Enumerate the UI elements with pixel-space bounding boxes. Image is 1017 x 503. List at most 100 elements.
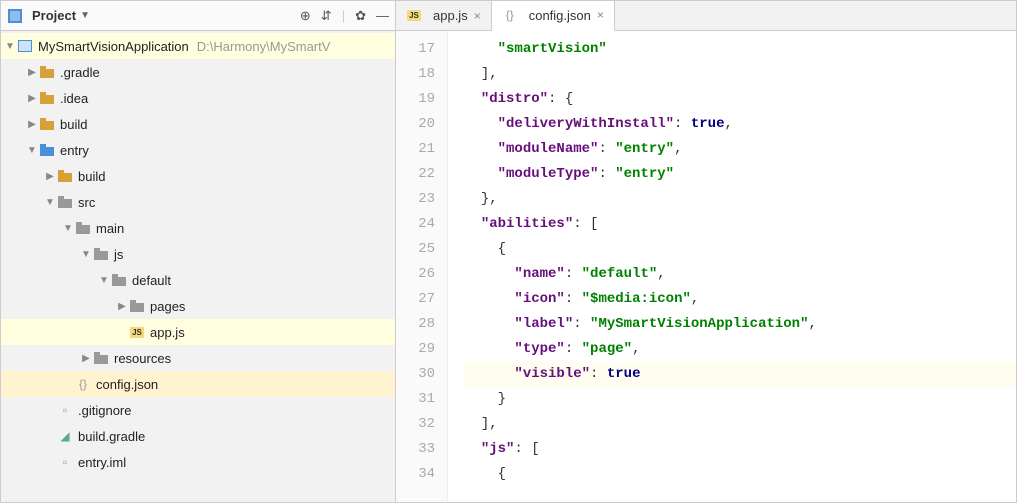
tree-item[interactable]: ▼js xyxy=(1,241,395,267)
tree-item[interactable]: ▶ resources xyxy=(1,345,395,371)
project-toolbar: ⊕ ⇵ | ✿ — xyxy=(300,8,389,24)
tree-arrow-icon[interactable]: ▶ xyxy=(115,301,129,312)
tree-item[interactable]: ▼entry xyxy=(1,137,395,163)
code-line[interactable]: "visible": true xyxy=(464,362,1016,387)
tree-item[interactable]: ◢ build.gradle xyxy=(1,423,395,449)
code-line[interactable]: "distro": { xyxy=(464,87,1016,112)
tree-root[interactable]: ▼ MySmartVisionApplication D:\Harmony\My… xyxy=(1,33,395,59)
editor-tab[interactable]: JSapp.js× xyxy=(396,1,492,30)
tree-arrow-icon[interactable]: ▶ xyxy=(79,353,93,364)
tree-item[interactable]: ▶.gradle xyxy=(1,59,395,85)
code-line[interactable]: { xyxy=(464,237,1016,262)
tree-arrow-icon[interactable]: ▶ xyxy=(25,67,39,78)
close-icon[interactable]: × xyxy=(597,8,604,22)
code-line[interactable]: "abilities": [ xyxy=(464,212,1016,237)
code-line[interactable]: } xyxy=(464,387,1016,412)
tree-item-label: build xyxy=(78,169,105,184)
chevron-down-icon[interactable]: ▼ xyxy=(3,41,17,52)
code-line[interactable]: "deliveryWithInstall": true, xyxy=(464,112,1016,137)
line-number: 19 xyxy=(396,87,435,112)
js-icon: JS xyxy=(129,324,145,340)
editor-tab[interactable]: {}config.json× xyxy=(492,1,615,31)
tree-arrow-icon[interactable]: ▶ xyxy=(25,119,39,130)
folder-icon xyxy=(129,298,145,314)
chevron-down-icon[interactable]: ▼ xyxy=(80,10,90,21)
tree-item-label: resources xyxy=(114,351,171,366)
line-number: 30 xyxy=(396,362,435,387)
tree-item[interactable]: JS app.js xyxy=(1,319,395,345)
tree-item[interactable]: {} config.json xyxy=(1,371,395,397)
tree-root-path: D:\Harmony\MySmartV xyxy=(197,39,331,54)
tree-arrow-icon[interactable]: ▶ xyxy=(25,93,39,104)
tree-arrow-icon[interactable]: ▼ xyxy=(25,145,39,156)
module-icon xyxy=(17,38,33,54)
tree-item-label: build.gradle xyxy=(78,429,145,444)
tree-arrow-icon[interactable]: ▼ xyxy=(79,249,93,260)
line-number: 24 xyxy=(396,212,435,237)
line-number: 20 xyxy=(396,112,435,137)
line-number: 22 xyxy=(396,162,435,187)
code-line[interactable]: ], xyxy=(464,412,1016,437)
line-number: 29 xyxy=(396,337,435,362)
tree-item[interactable]: ▫entry.iml xyxy=(1,449,395,475)
tree-arrow-icon[interactable]: ▼ xyxy=(97,275,111,286)
collapse-icon[interactable]: ⇵ xyxy=(321,8,332,24)
tree-item[interactable]: ▼default xyxy=(1,267,395,293)
line-number: 31 xyxy=(396,387,435,412)
tree-item[interactable]: ▶ pages xyxy=(1,293,395,319)
code-line[interactable]: }, xyxy=(464,187,1016,212)
tree-item[interactable]: ▼ main xyxy=(1,215,395,241)
json-icon: {} xyxy=(75,376,91,392)
gradle-icon: ◢ xyxy=(57,428,73,444)
settings-icon[interactable]: ✿ xyxy=(355,8,366,24)
code-line[interactable]: "type": "page", xyxy=(464,337,1016,362)
code-line[interactable]: "icon": "$media:icon", xyxy=(464,287,1016,312)
code-line[interactable]: ], xyxy=(464,62,1016,87)
code-line[interactable]: "moduleType": "entry" xyxy=(464,162,1016,187)
code-line[interactable]: "moduleName": "entry", xyxy=(464,137,1016,162)
folder-icon xyxy=(93,350,109,366)
tree-item[interactable]: ▶ build xyxy=(1,111,395,137)
tree-arrow-icon[interactable]: ▼ xyxy=(61,223,75,234)
locate-icon[interactable]: ⊕ xyxy=(300,8,311,24)
tree-item-label: config.json xyxy=(96,377,158,392)
tree-item[interactable]: ▫.gitignore xyxy=(1,397,395,423)
line-number: 34 xyxy=(396,462,435,487)
folder-icon xyxy=(39,90,55,106)
code-line[interactable]: { xyxy=(464,462,1016,487)
tree-item-label: entry.iml xyxy=(78,455,126,470)
tree-item[interactable]: ▼src xyxy=(1,189,395,215)
code-line[interactable]: "js": [ xyxy=(464,437,1016,462)
folder-icon xyxy=(111,272,127,288)
code-editor[interactable]: 171819202122232425262728293031323334 "sm… xyxy=(396,31,1016,502)
code-line[interactable]: "label": "MySmartVisionApplication", xyxy=(464,312,1016,337)
line-number: 17 xyxy=(396,37,435,62)
hide-icon[interactable]: — xyxy=(376,8,389,24)
tree-item-label: build xyxy=(60,117,87,132)
line-gutter: 171819202122232425262728293031323334 xyxy=(396,31,448,502)
line-number: 23 xyxy=(396,187,435,212)
project-icon xyxy=(7,8,23,24)
code-content[interactable]: "smartVision" ], "distro": { "deliveryWi… xyxy=(448,31,1016,502)
tree-item[interactable]: ▶ build xyxy=(1,163,395,189)
folder-icon xyxy=(57,194,73,210)
file-icon: ▫ xyxy=(57,402,73,418)
toolbar-divider: | xyxy=(342,8,345,24)
line-number: 33 xyxy=(396,437,435,462)
tree-arrow-icon[interactable]: ▶ xyxy=(43,171,57,182)
tree-root-label: MySmartVisionApplication xyxy=(38,39,189,54)
tree-item[interactable]: ▶ .idea xyxy=(1,85,395,111)
tree-item-label: pages xyxy=(150,299,185,314)
tree-arrow-icon[interactable]: ▼ xyxy=(43,197,57,208)
tree-item-label: .idea xyxy=(60,91,88,106)
project-tree[interactable]: ▼ MySmartVisionApplication D:\Harmony\My… xyxy=(1,31,395,502)
close-icon[interactable]: × xyxy=(474,9,481,23)
line-number: 26 xyxy=(396,262,435,287)
code-line[interactable]: "name": "default", xyxy=(464,262,1016,287)
code-line[interactable]: "smartVision" xyxy=(464,37,1016,62)
folder-icon xyxy=(75,220,91,236)
folder-icon xyxy=(39,142,55,158)
tree-item-label: main xyxy=(96,221,124,236)
project-title[interactable]: Project xyxy=(32,8,76,23)
tree-item-label: app.js xyxy=(150,325,185,340)
